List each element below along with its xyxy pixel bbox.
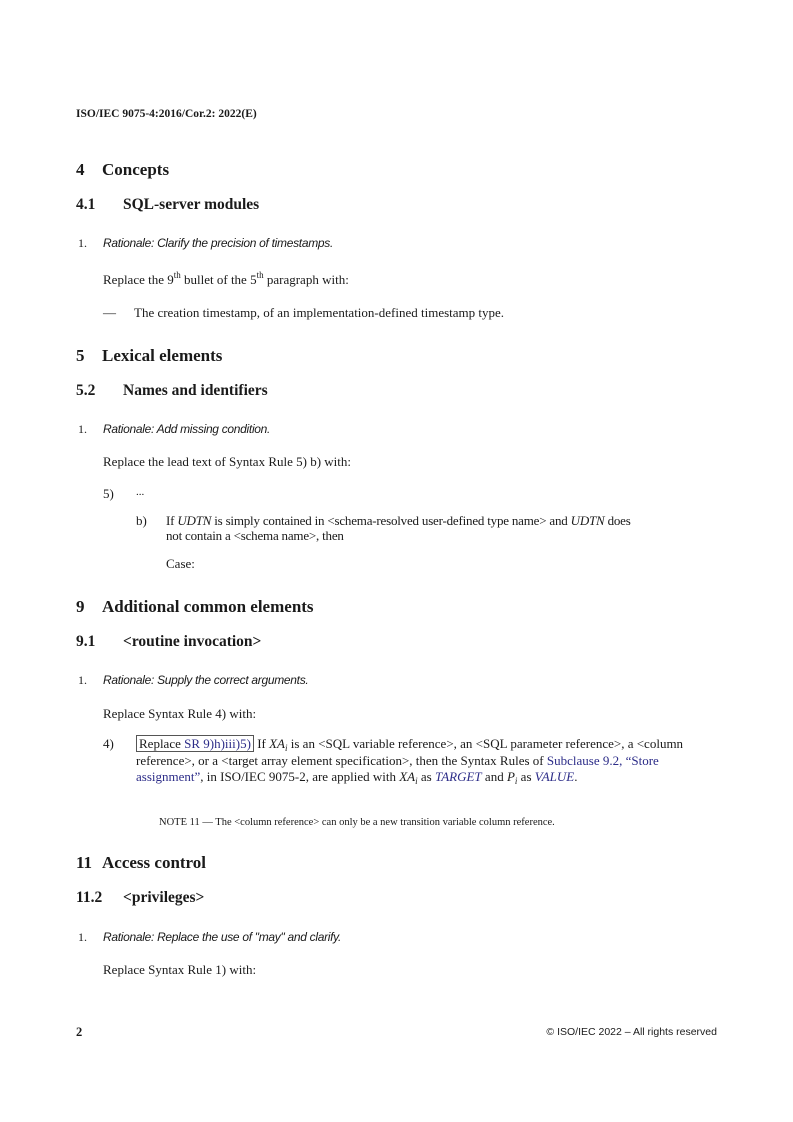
superscript: th <box>256 270 264 280</box>
list-number: 1. <box>78 422 87 436</box>
text-part: Replace the 9 <box>103 272 174 287</box>
section-heading-9-1: 9.1 <routine invocation> <box>76 633 261 651</box>
note-11: NOTE 11 — The <column reference> can onl… <box>159 817 555 828</box>
section-title: Additional common elements <box>102 597 314 616</box>
text-part: as <box>417 769 435 784</box>
instruction-text: Replace the lead text of Syntax Rule 5) … <box>103 454 352 469</box>
section-number: 5 <box>76 346 85 365</box>
section-number: 9 <box>76 597 85 616</box>
text-part: If <box>166 513 178 528</box>
text-part: . <box>574 769 578 784</box>
text-part: is simply contained in <schema-resolved … <box>211 513 571 528</box>
bullet-text: The creation timestamp, of an implementa… <box>134 305 505 320</box>
section-title: Names and identifiers <box>123 382 268 399</box>
variable-xa: XA <box>399 769 416 784</box>
rationale-text: Rationale: Clarify the precision of time… <box>103 236 334 250</box>
variable-xa: XA <box>269 736 285 751</box>
section-heading-4-1: 4.1 SQL-server modules <box>76 196 259 214</box>
section-number: 11 <box>76 853 93 872</box>
section-title: <routine invocation> <box>123 633 262 650</box>
dash-bullet: — <box>103 305 116 320</box>
section-heading-5: 5 Lexical elements <box>76 346 222 366</box>
section-number: 4 <box>76 160 85 179</box>
section-title: Concepts <box>102 160 170 179</box>
section-heading-4: 4 Concepts <box>76 160 169 180</box>
section-heading-9: 9 Additional common elements <box>76 597 314 617</box>
sr-link[interactable]: SR 9)h)iii)5) <box>184 736 251 751</box>
section-title: SQL-server modules <box>123 196 260 213</box>
copyright-notice: © ISO/IEC 2022 – All rights reserved <box>546 1026 717 1038</box>
section-heading-11-2: 11.2 <privileges> <box>76 889 204 907</box>
document-header: ISO/IEC 9075-4:2016/Cor.2: 2022(E) <box>76 108 257 120</box>
case-label: Case: <box>166 556 195 571</box>
variable-udtn: UDTN <box>570 513 605 528</box>
text-part: , in ISO/IEC 9075-2, are applied with <box>200 769 400 784</box>
rationale-text: Rationale: Supply the correct arguments. <box>103 673 309 687</box>
text-part: does <box>604 513 631 528</box>
section-number: 4.1 <box>76 196 96 213</box>
list-number: 1. <box>78 930 87 944</box>
sub-rule-label: b) <box>136 513 147 528</box>
ellipsis: ... <box>136 486 145 498</box>
text-part: Replace <box>139 736 185 751</box>
text-part: and <box>481 769 507 784</box>
text-part: as <box>517 769 535 784</box>
rule-number: 5) <box>103 486 114 501</box>
rule-number: 4) <box>103 736 114 751</box>
section-heading-5-2: 5.2 Names and identifiers <box>76 382 268 400</box>
text-part: If <box>253 736 270 751</box>
section-number: 9.1 <box>76 633 96 650</box>
value-term: VALUE <box>534 769 575 784</box>
list-number: 1. <box>78 673 87 687</box>
syntax-rule-4: 4) Replace SR 9)h)iii)5) If XAi is an <S… <box>103 735 728 786</box>
replace-box: Replace SR 9)h)iii)5) <box>136 735 254 752</box>
section-number: 5.2 <box>76 382 96 399</box>
instruction-text: Replace Syntax Rule 1) with: <box>103 962 257 977</box>
text-part: paragraph with: <box>263 272 349 287</box>
target-term: TARGET <box>434 769 482 784</box>
text-part: bullet of the 5 <box>180 272 257 287</box>
rule-text: Replace SR 9)h)iii)5) If XAi is an <SQL … <box>136 735 728 786</box>
section-title: Access control <box>102 853 207 872</box>
instruction-text: Replace Syntax Rule 4) with: <box>103 706 257 721</box>
rationale-text: Rationale: Add missing condition. <box>103 422 271 436</box>
instruction-text: Replace the 9th bullet of the 5th paragr… <box>103 270 349 288</box>
list-number: 1. <box>78 236 87 250</box>
superscript: th <box>173 270 181 280</box>
sub-rule-text: If UDTN is simply contained in <schema-r… <box>166 513 726 543</box>
section-title: Lexical elements <box>102 346 223 365</box>
variable-udtn: UDTN <box>177 513 212 528</box>
section-title: <privileges> <box>123 889 205 906</box>
section-heading-11: 11 Access control <box>76 853 206 873</box>
text-part: not contain a <schema name>, then <box>166 528 344 543</box>
section-number: 11.2 <box>76 889 103 906</box>
page-number: 2 <box>76 1025 83 1039</box>
rationale-text: Rationale: Replace the use of "may" and … <box>103 930 342 944</box>
variable-p: P <box>506 769 515 784</box>
